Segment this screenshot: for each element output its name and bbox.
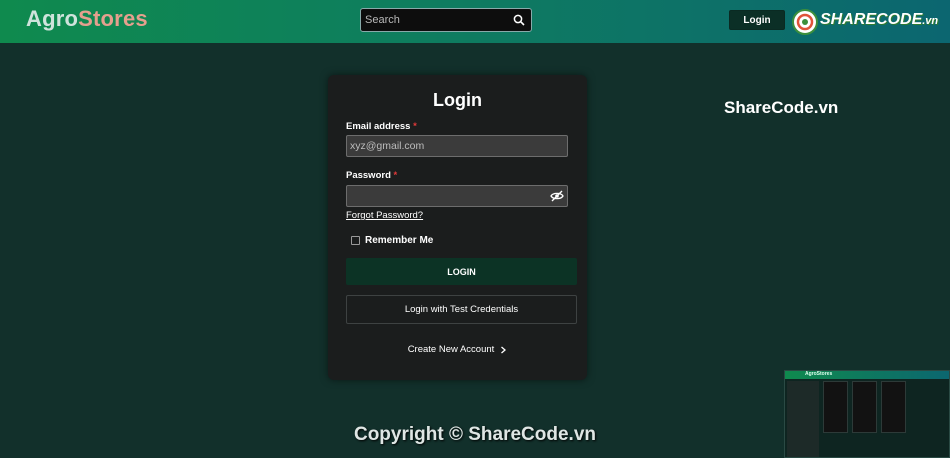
site-logo[interactable]: AgroStores <box>26 6 148 32</box>
required-mark: * <box>413 121 417 132</box>
email-label-text: Email address <box>346 121 411 132</box>
login-button[interactable]: LOGIN <box>346 258 577 285</box>
email-field[interactable] <box>346 135 568 157</box>
test-credentials-button[interactable]: Login with Test Credentials <box>346 295 577 324</box>
chevron-right-icon <box>501 346 507 353</box>
create-account-link[interactable]: Create New Account <box>328 344 587 355</box>
login-card: Login Email address * Password * Forgot … <box>328 75 587 380</box>
thumbnail-product-card <box>881 381 906 433</box>
thumbnail-logo: AgroStores <box>805 371 833 377</box>
sharecode-watermark-badge: SHARECODE.vn <box>820 11 938 29</box>
password-field[interactable] <box>346 185 568 207</box>
logo-text-agro: Agro <box>26 6 79 31</box>
thumbnail-product-card <box>852 381 877 433</box>
badge-text: SHARECODE <box>820 11 923 28</box>
top-navbar: AgroStores Login SHARECODE.vn <box>0 0 950 43</box>
remember-me-label[interactable]: Remember Me <box>365 235 433 246</box>
header-login-button[interactable]: Login <box>729 10 785 30</box>
remember-me-checkbox[interactable] <box>351 235 360 245</box>
search-icon[interactable] <box>513 14 525 26</box>
required-mark: * <box>393 170 398 181</box>
create-account-label[interactable]: Create New Account <box>408 344 495 355</box>
search-input[interactable] <box>365 11 505 29</box>
login-title: Login <box>433 90 482 110</box>
eye-slash-icon[interactable] <box>550 190 564 202</box>
password-label: Password * <box>346 170 397 181</box>
logo-text-stores: Stores <box>78 6 148 31</box>
badge-suffix: .vn <box>922 15 939 27</box>
thumbnail-sidebar <box>787 381 819 457</box>
email-label: Email address * <box>346 121 417 132</box>
email-input[interactable] <box>350 138 540 154</box>
password-input[interactable] <box>350 188 540 204</box>
search-box[interactable] <box>360 8 532 32</box>
preview-thumbnail: AgroStores <box>784 370 950 458</box>
sharecode-watermark: ShareCode.vn <box>724 98 839 117</box>
password-label-text: Password <box>346 170 391 181</box>
forgot-password-link[interactable]: Forgot Password? <box>346 210 423 221</box>
sharecode-logo-icon <box>792 9 818 35</box>
remember-me-row[interactable]: Remember Me <box>351 234 433 246</box>
thumbnail-product-card <box>823 381 848 433</box>
